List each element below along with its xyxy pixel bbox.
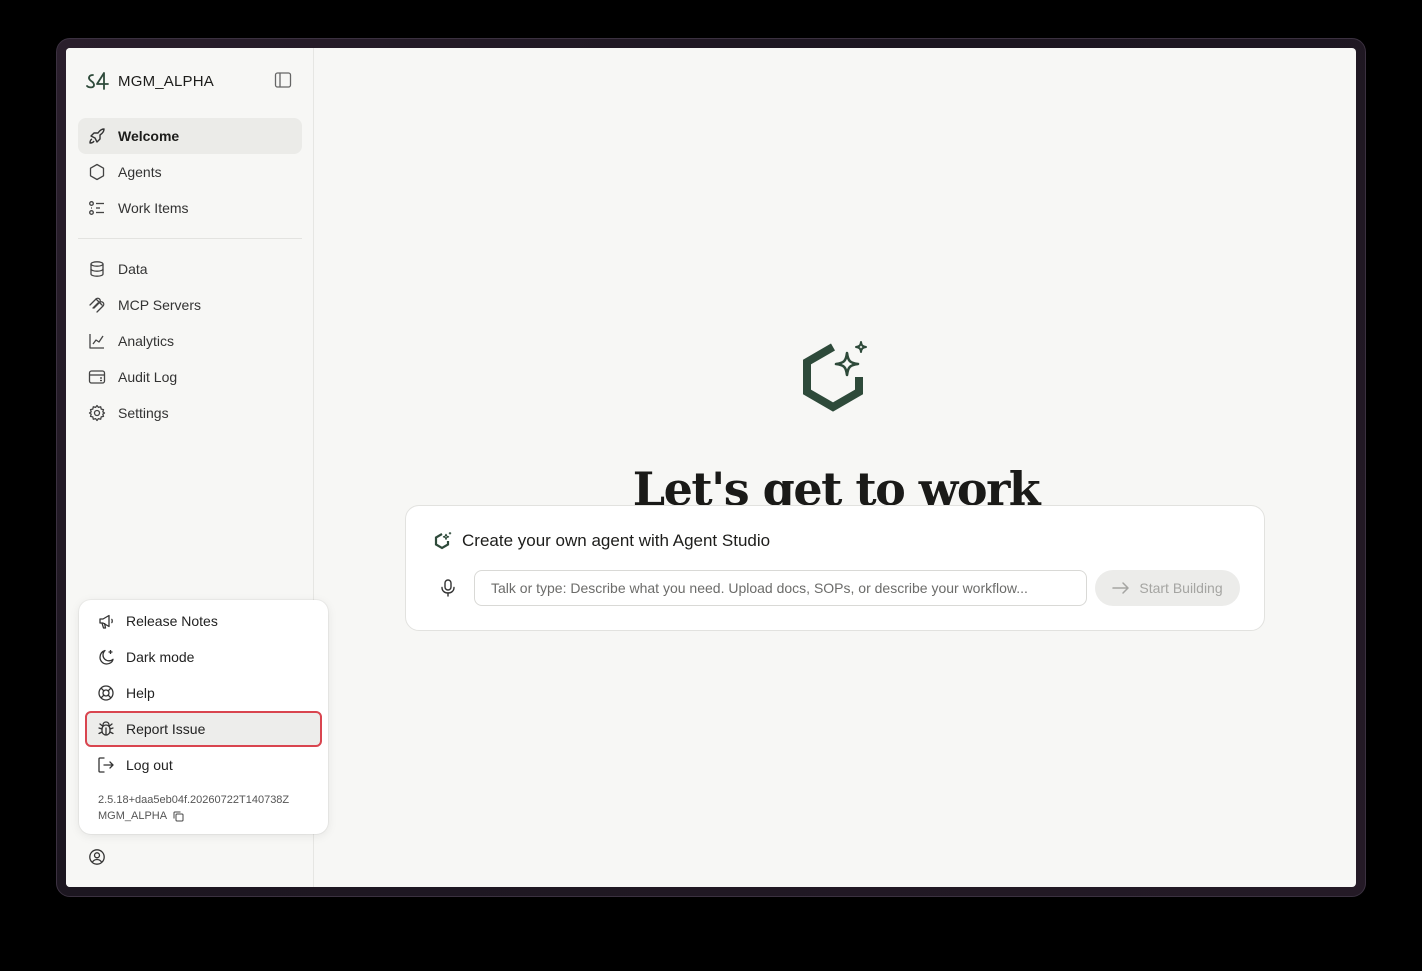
- chart-line-icon: [88, 332, 106, 350]
- brand: MGM_ALPHA: [85, 70, 214, 92]
- copy-icon[interactable]: [173, 811, 184, 822]
- card-title-text: Create your own agent with Agent Studio: [462, 531, 771, 550]
- version-info: 2.5.18+daa5eb04f.20260722T140738Z MGM_AL…: [98, 792, 289, 824]
- sidebar-toggle-icon[interactable]: [274, 71, 292, 89]
- agent-studio-icon: [433, 531, 453, 551]
- brand-logo-icon: [85, 70, 111, 92]
- sidebar-item-label: Welcome: [118, 128, 180, 144]
- app-window: MGM_ALPHA Welcome Agents Work Items Data: [66, 48, 1356, 887]
- sidebar-item-label: Agents: [118, 164, 162, 180]
- database-icon: [88, 260, 106, 278]
- version-string: 2.5.18+daa5eb04f.20260722T140738Z: [98, 794, 290, 806]
- sidebar-item-mcp-servers[interactable]: MCP Servers: [78, 287, 302, 323]
- megaphone-icon: [97, 612, 115, 630]
- org-name: MGM_ALPHA: [118, 72, 214, 90]
- sidebar-item-label: Analytics: [118, 333, 175, 349]
- sidebar-item-label: Data: [118, 261, 148, 277]
- sidebar-item-analytics[interactable]: Analytics: [78, 323, 302, 359]
- sidebar-item-settings[interactable]: Settings: [78, 395, 302, 431]
- menu-item-label: Report Issue: [126, 721, 206, 737]
- agent-studio-logo-icon: [797, 339, 875, 423]
- user-menu-popup: Release Notes Dark mode Help Report Issu…: [79, 600, 328, 834]
- audit-log-icon: [88, 368, 106, 386]
- logout-icon: [97, 756, 115, 774]
- list-icon: [88, 199, 106, 217]
- sidebar-item-agents[interactable]: Agents: [78, 154, 302, 190]
- agent-studio-card: Create your own agent with Agent Studio …: [405, 505, 1265, 631]
- sidebar-item-label: MCP Servers: [118, 297, 201, 313]
- sidebar-item-audit-log[interactable]: Audit Log: [78, 359, 302, 395]
- gear-icon: [88, 404, 106, 422]
- menu-item-label: Dark mode: [126, 649, 195, 665]
- mcp-icon: [88, 296, 106, 314]
- menu-item-release-notes[interactable]: Release Notes: [85, 603, 322, 639]
- moon-star-icon: [97, 648, 115, 666]
- sidebar-nav: Welcome Agents Work Items Data MCP Serve…: [78, 118, 302, 431]
- arrow-right-icon: [1112, 581, 1130, 595]
- card-title: Create your own agent with Agent Studio: [433, 531, 770, 551]
- lifebuoy-icon: [97, 684, 115, 702]
- nav-divider: [78, 238, 302, 239]
- microphone-icon[interactable]: [440, 579, 456, 597]
- sidebar-item-label: Work Items: [118, 200, 189, 216]
- start-building-button[interactable]: Start Building: [1095, 570, 1240, 606]
- user-avatar-icon[interactable]: [88, 848, 106, 866]
- bug-icon: [97, 720, 115, 738]
- agent-description-input[interactable]: [474, 570, 1087, 606]
- menu-item-label: Release Notes: [126, 613, 218, 629]
- start-building-label: Start Building: [1139, 580, 1223, 596]
- sidebar-item-label: Settings: [118, 405, 169, 421]
- menu-item-dark-mode[interactable]: Dark mode: [85, 639, 322, 675]
- sidebar-item-work-items[interactable]: Work Items: [78, 190, 302, 226]
- menu-item-report-issue[interactable]: Report Issue: [85, 711, 322, 747]
- version-org: MGM_ALPHA: [98, 810, 168, 822]
- rocket-icon: [88, 127, 106, 145]
- hexagon-icon: [88, 163, 106, 181]
- sidebar-item-label: Audit Log: [118, 369, 178, 385]
- sidebar-item-welcome[interactable]: Welcome: [78, 118, 302, 154]
- menu-item-label: Help: [126, 685, 155, 701]
- menu-item-help[interactable]: Help: [85, 675, 322, 711]
- sidebar-item-data[interactable]: Data: [78, 251, 302, 287]
- menu-item-label: Log out: [126, 757, 173, 773]
- menu-item-log-out[interactable]: Log out: [85, 747, 322, 783]
